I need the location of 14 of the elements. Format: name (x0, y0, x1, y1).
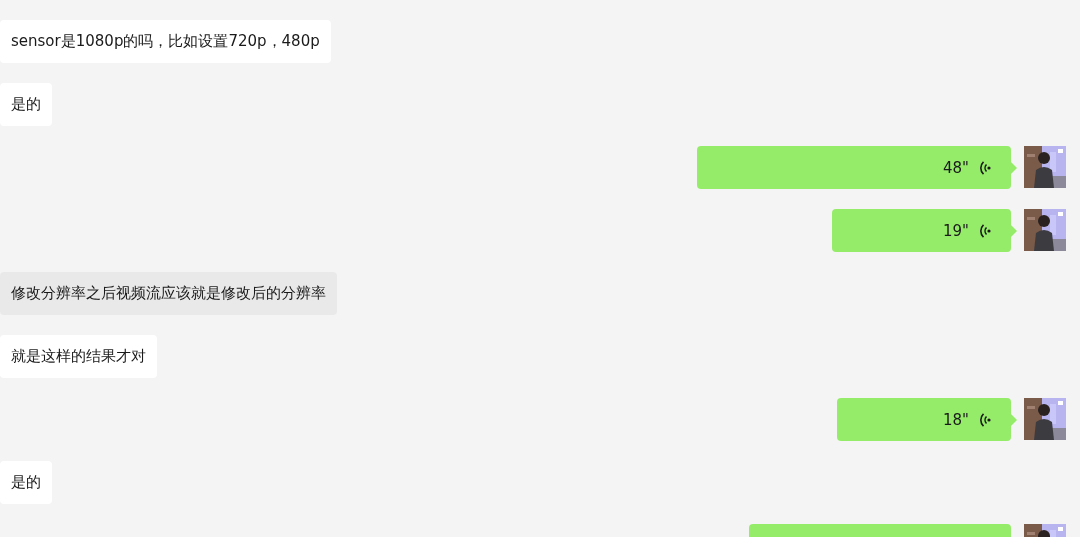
bubble-tail (1011, 225, 1017, 237)
bubble-tail (1011, 414, 1017, 426)
bubble-tail (1011, 162, 1017, 174)
voice-icon (979, 159, 991, 176)
voice-icon (979, 411, 991, 428)
message-bubble: 修改分辨率之后视频流应该就是修改后的分辨率 (0, 272, 337, 315)
message-bubble: 是的 (0, 83, 52, 126)
message-bubble: 就是这样的结果才对 (0, 335, 157, 378)
message-bubble: 是的 (0, 461, 52, 504)
voice-message[interactable]: 19" (832, 209, 1011, 252)
voice-message[interactable]: 48" (697, 146, 1011, 189)
voice-icon (979, 222, 991, 239)
message-bubble: sensor是1080p的吗，比如设置720p，480p (0, 20, 331, 63)
voice-message[interactable]: 18" (837, 398, 1011, 441)
